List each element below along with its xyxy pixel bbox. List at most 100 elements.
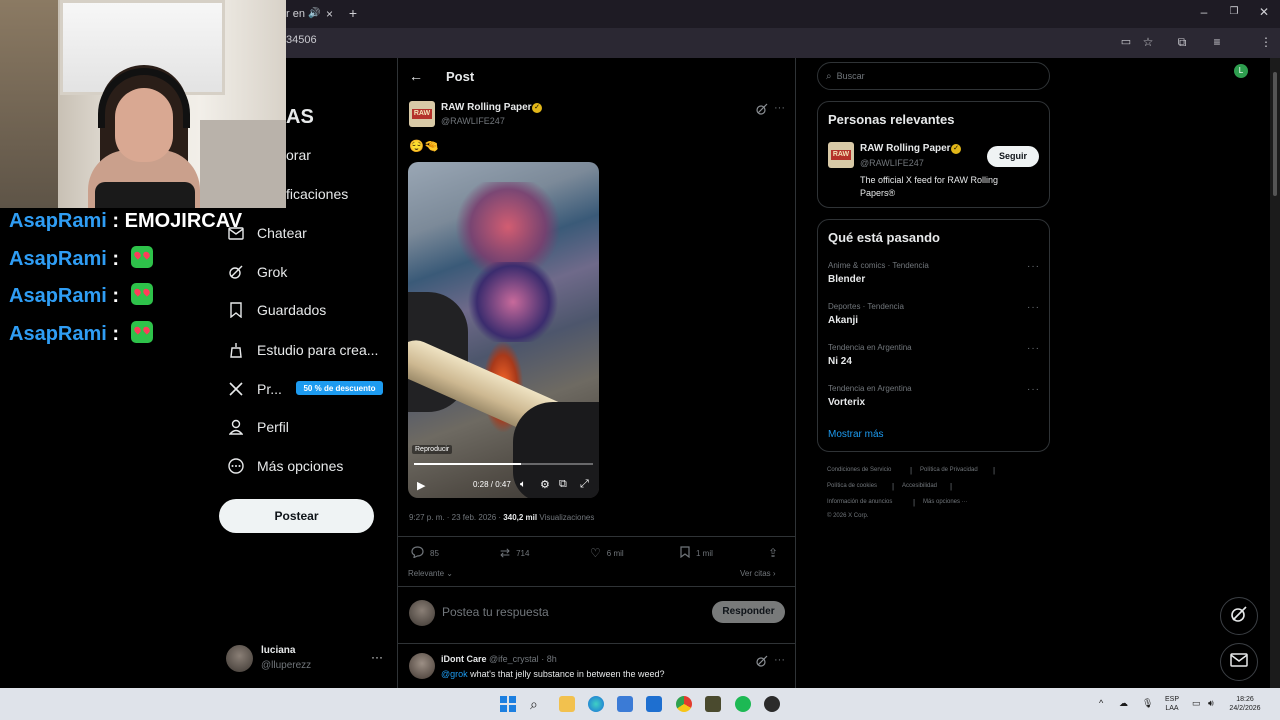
edge-browser-icon[interactable]: [588, 696, 604, 712]
reply-mention[interactable]: @grok: [441, 669, 468, 679]
search-input[interactable]: ⌕ Buscar: [817, 62, 1050, 90]
more-circle-icon: [228, 458, 244, 474]
clock-time: 18:26: [1236, 696, 1254, 703]
like-action[interactable]: ♡ 6 mil: [590, 546, 624, 560]
footer-terms-link[interactable]: Condiciones de Servicio: [827, 467, 891, 473]
fullscreen-icon[interactable]: ⤢: [580, 478, 589, 491]
view-quotes-link[interactable]: Ver citas ›: [740, 569, 776, 578]
reading-list-icon[interactable]: ≡: [1209, 35, 1225, 51]
network-icon[interactable]: ☁: [1119, 699, 1128, 708]
video-progress-bar[interactable]: [414, 463, 593, 465]
picture-in-picture-icon[interactable]: ⧉: [559, 478, 567, 491]
cast-icon[interactable]: ▭: [1118, 35, 1134, 51]
bookmark-action[interactable]: 1 mil: [680, 546, 713, 561]
more-icon[interactable]: ···: [1027, 384, 1040, 395]
share-action[interactable]: ⇪: [768, 546, 784, 560]
nav-item-explore[interactable]: orar: [286, 147, 311, 163]
footer-cookies-link[interactable]: Política de cookies: [827, 483, 877, 489]
tab-close-icon[interactable]: ×: [326, 2, 333, 26]
tab-audio-icon[interactable]: 🔊: [308, 2, 320, 26]
nav-item-more[interactable]: Más opciones: [228, 454, 343, 478]
app-icon[interactable]: [705, 696, 721, 712]
nav-label: Más opciones: [257, 458, 344, 474]
obs-icon[interactable]: [764, 696, 780, 712]
bookmark-star-icon[interactable]: ☆: [1140, 35, 1156, 51]
account-switcher[interactable]: luciana @lluperezz ···: [226, 644, 386, 674]
new-tab-icon[interactable]: +: [345, 6, 361, 22]
nav-item-notifications[interactable]: ficaciones: [286, 186, 348, 202]
footer-privacy-link[interactable]: Política de Privacidad: [920, 467, 978, 473]
store-icon[interactable]: [617, 696, 633, 712]
chrome-icon[interactable]: [676, 696, 692, 712]
author-handle[interactable]: @RAWLIFE247: [441, 116, 505, 126]
display-icon[interactable]: ▭: [1192, 699, 1201, 708]
back-arrow-icon[interactable]: ←: [409, 68, 423, 84]
play-icon[interactable]: ▶: [417, 479, 425, 492]
page-scrollbar[interactable]: [1270, 58, 1280, 688]
messages-fab[interactable]: [1220, 643, 1258, 681]
maximize-icon[interactable]: ❐: [1226, 5, 1242, 21]
reply-author-avatar[interactable]: [409, 653, 435, 679]
relevant-avatar[interactable]: RAW: [828, 142, 854, 168]
more-icon[interactable]: ···: [1027, 261, 1040, 272]
nav-item-grok[interactable]: Grok: [228, 260, 287, 284]
clock[interactable]: 18:26 24/2/2026: [1226, 695, 1264, 713]
footer-accessibility-link[interactable]: Accesibilidad: [902, 483, 937, 489]
volume-icon[interactable]: 🔊︎: [1208, 699, 1214, 708]
more-icon[interactable]: ···: [774, 654, 785, 666]
relevant-name[interactable]: RAW Rolling Paper: [860, 143, 951, 154]
divider: [398, 536, 796, 537]
reply-action[interactable]: 85: [411, 546, 439, 561]
outlook-icon[interactable]: [646, 696, 662, 712]
nav-item-creator-studio[interactable]: Estudio para crea...: [228, 338, 378, 362]
more-icon[interactable]: ···: [1027, 343, 1040, 354]
relevant-handle[interactable]: @RAWLIFE247: [860, 158, 924, 168]
browser-tab[interactable]: r en 🔊 ×: [286, 2, 338, 28]
extensions-icon[interactable]: ⧉: [1174, 35, 1190, 51]
repost-action[interactable]: ⇄ 714: [500, 546, 529, 560]
browser-menu-icon[interactable]: ⋮: [1258, 35, 1274, 51]
reply-input[interactable]: Postea tu respuesta: [442, 605, 549, 619]
author-avatar[interactable]: RAW: [409, 101, 435, 127]
sort-dropdown[interactable]: Relevante ⌄: [408, 569, 453, 578]
volume-icon[interactable]: 🔈︎: [520, 479, 526, 490]
grok-icon[interactable]: [756, 654, 768, 672]
settings-gear-icon[interactable]: ⚙: [540, 478, 550, 491]
post-button[interactable]: Postear: [219, 499, 374, 533]
heart-eyes-emote-icon: [130, 246, 153, 268]
reply-author-name[interactable]: iDont Care: [441, 654, 487, 664]
footer-copyright: © 2026 X Corp.: [827, 513, 869, 519]
search-icon[interactable]: ⌕: [530, 696, 546, 712]
address-bar[interactable]: 34506: [286, 34, 317, 46]
language-indicator[interactable]: ESP LAA: [1162, 695, 1182, 713]
grok-fab[interactable]: [1220, 597, 1258, 635]
post-text: 😌🤏: [409, 139, 439, 153]
scrollbar-thumb[interactable]: [1273, 72, 1277, 196]
more-icon[interactable]: ···: [774, 102, 785, 114]
profile-avatar[interactable]: L: [1234, 64, 1248, 78]
relevant-bio: The official X feed for RAW Rolling Pape…: [860, 175, 999, 198]
bookmark-icon: [680, 546, 690, 561]
file-explorer-icon[interactable]: [559, 696, 575, 712]
post-timestamp[interactable]: 9:27 p. m. · 23 feb. 2026 · 340,2 mil Vi…: [409, 513, 594, 522]
premium-discount-badge[interactable]: 50 % de descuento: [296, 381, 383, 395]
footer-ads-link[interactable]: Información de anuncios: [827, 499, 892, 505]
mic-icon[interactable]: 🎙︎: [1142, 699, 1153, 708]
author-name[interactable]: RAW Rolling Paper: [441, 102, 532, 113]
tray-chevron-icon[interactable]: ^: [1099, 699, 1103, 708]
more-icon[interactable]: ···: [1027, 302, 1040, 313]
close-window-icon[interactable]: ✕: [1256, 5, 1272, 21]
nav-item-profile[interactable]: Perfil: [228, 415, 289, 439]
reply-author-handle[interactable]: @ife_crystal: [489, 654, 539, 664]
minimize-icon[interactable]: –: [1196, 5, 1212, 21]
footer-more-link[interactable]: Más opciones ···: [923, 499, 968, 505]
reply-button[interactable]: Responder: [712, 601, 785, 623]
show-more-link[interactable]: Mostrar más: [828, 429, 884, 440]
grok-icon[interactable]: [756, 102, 768, 120]
windows-start-icon[interactable]: [500, 696, 516, 712]
nav-item-premium[interactable]: Pr...: [228, 377, 282, 401]
follow-button[interactable]: Seguir: [987, 146, 1039, 167]
divider: [398, 586, 796, 587]
spotify-icon[interactable]: [735, 696, 751, 712]
nav-item-bookmarks[interactable]: Guardados: [228, 298, 326, 322]
